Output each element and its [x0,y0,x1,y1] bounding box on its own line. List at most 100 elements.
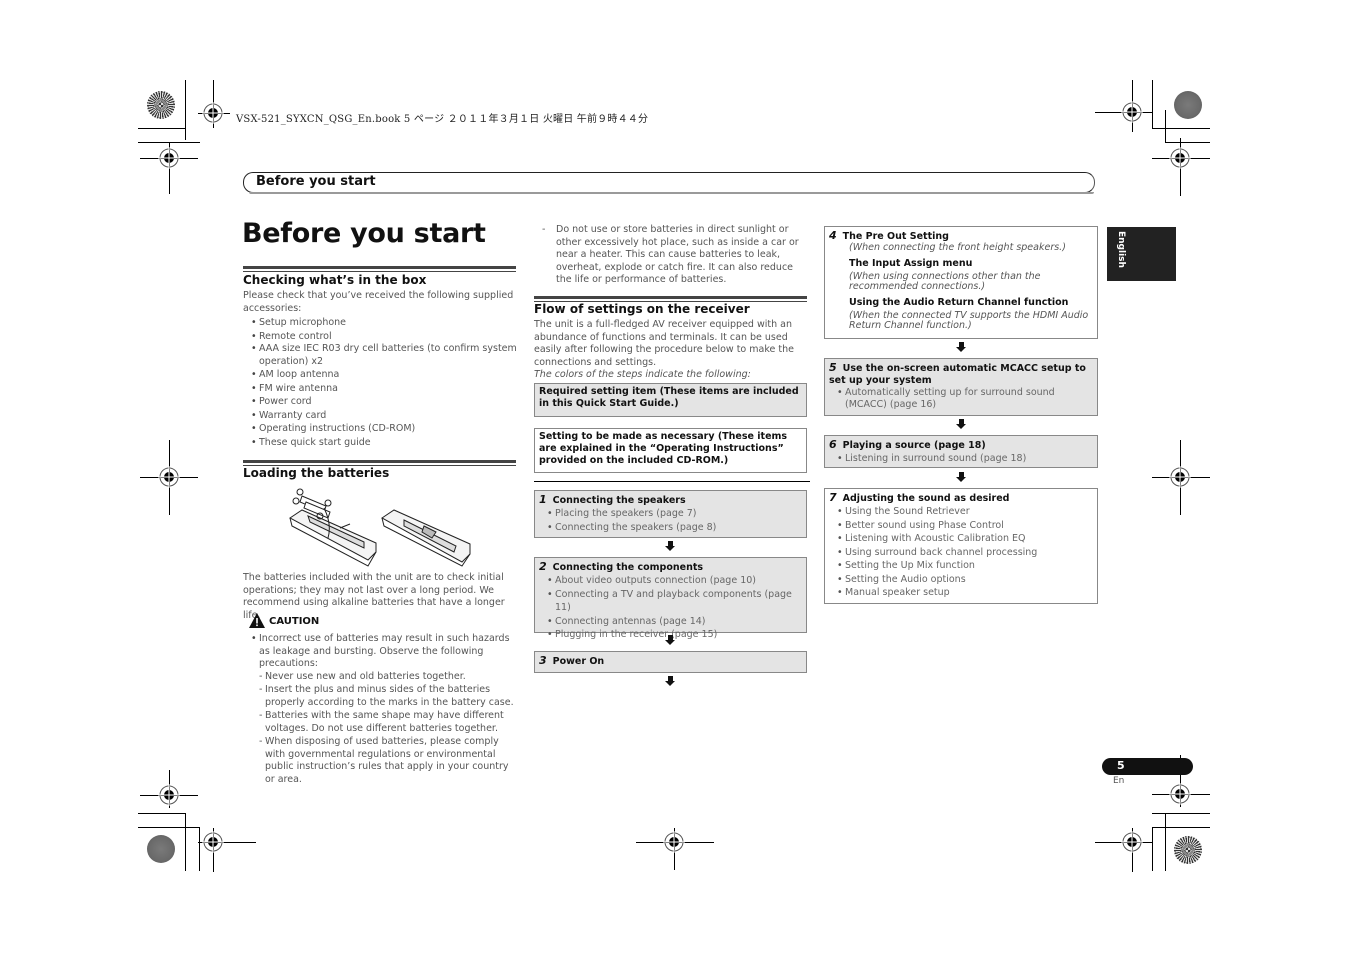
section-title-flow: Flow of settings on the receiver [534,302,750,316]
registration-icon [158,784,180,806]
precaution-item: Do not use or store batteries in direct … [535,224,807,287]
registration-icon [663,831,685,853]
warning-triangle-icon [249,613,265,628]
remote-control-battery-illustration [289,488,471,567]
checking-section: Please check that you’ve received the fo… [243,290,518,449]
list-item: Using surround back channel processing [829,546,1093,560]
caution-label: CAUTION [269,616,320,627]
list-item: FM wire antenna [243,382,518,396]
step-subtitle: Using the Audio Return Channel function [849,296,1069,308]
precaution-item: When disposing of used batteries, please… [243,736,518,786]
precaution-continued: Do not use or store batteries in direct … [535,224,807,287]
list-item: Setting the Up Mix function [829,559,1093,573]
caution-list: Incorrect use of batteries may result in… [243,633,518,671]
list-item: Manual speaker setup [829,586,1093,600]
list-item: Setup microphone [243,316,518,330]
running-header-label: Before you start [256,174,376,189]
list-item: Connecting antennas (page 14) [539,615,802,629]
list-item: Warranty card [243,409,518,423]
checking-intro: Please check that you’ve received the fo… [243,290,514,314]
step-number: 4 [829,229,837,242]
step-7-box: 7 Adjusting the sound as desired Using th… [824,488,1098,604]
registration-icon [202,102,224,124]
precaution-item: Never use new and old batteries together… [243,671,518,684]
step-title: The Pre Out Setting [842,231,949,242]
step-5-box: 5 Use the on-screen automatic MCACC setup… [824,358,1098,416]
step-items: Automatically setting up for surround so… [829,387,1093,411]
precaution-item: Insert the plus and minus sides of the b… [243,684,518,709]
list-item: Using the Sound Retriever [829,505,1093,519]
step-6-box: 6 Playing a source (page 18) Listening in… [824,435,1098,468]
list-item: Setting the Audio options [829,573,1093,587]
page-language: En [1113,776,1125,786]
section-rule [534,296,807,299]
list-item: Listening with Acoustic Calibration EQ [829,532,1093,546]
print-header: VSX-521_SYXCN_QSG_En.book 5 ページ ２０１１年３月１… [236,114,649,125]
step-title: Playing a source (page 18) [842,440,986,451]
step-note: (When connecting the front height speake… [849,242,1066,253]
list-item: AM loop antenna [243,368,518,382]
section-rule [243,271,516,272]
page-number: 5 [1117,759,1125,772]
registration-icon [1169,147,1191,169]
registration-icon [1169,783,1191,805]
color-target-icon [147,91,175,119]
step-items: About video outputs connection (page 10)… [539,574,802,642]
language-tab-label: English [1116,231,1126,268]
caution-intro: Incorrect use of batteries may result in… [243,633,518,671]
registration-icon [158,147,180,169]
batteries-note: The batteries included with the unit are… [243,572,505,621]
color-target-icon [147,835,175,863]
list-item: About video outputs connection (page 10) [539,574,802,588]
step-number: 1 [539,493,547,506]
flow-intro: The unit is a full-fledged AV receiver e… [534,319,794,368]
color-target-icon [1174,836,1202,864]
section-rule [243,460,516,463]
step-number: 5 [829,361,837,374]
legend-optional-text: Setting to be made as necessary (These i… [539,431,788,466]
section-title-batteries: Loading the batteries [243,466,390,480]
step-number: 6 [829,438,837,451]
color-target-icon [1174,91,1202,119]
registration-icon [158,466,180,488]
list-item: AAA size IEC R03 dry cell batteries (to … [243,343,518,368]
precaution-item: Batteries with the same shape may have d… [243,710,518,735]
step-items: Placing the speakers (page 7) Connecting… [539,507,802,534]
step-4-box: 4 The Pre Out Setting (When connecting th… [824,226,1098,339]
step-number: 2 [539,560,547,573]
registration-icon [1121,101,1143,123]
list-item: Placing the speakers (page 7) [539,507,802,521]
step-2-box: 2 Connecting the components About video o… [534,557,807,641]
accessories-list: Setup microphone Remote control AAA size… [243,316,518,449]
list-item: Listening in surround sound (page 18) [829,452,1093,466]
step-items: Using the Sound Retriever Better sound u… [829,505,1093,600]
precautions-list-continued: Do not use or store batteries in direct … [535,224,807,287]
running-header-shadow [249,192,1094,194]
step-title: Connecting the speakers [552,495,686,506]
list-item: Connecting a TV and playback components … [539,588,802,615]
registration-icon [202,831,224,853]
legend-required-box: Required setting item (These items are i… [534,383,807,417]
legend-divider [534,481,810,482]
registration-icon [1169,466,1191,488]
legend-required-text: Required setting item (These items are i… [539,386,799,409]
list-item: Connecting the speakers (page 8) [539,521,802,535]
page-number-badge: 5 [1102,758,1193,775]
caution-section: Incorrect use of batteries may result in… [243,633,518,786]
step-3-box: 3 Power On [534,651,807,673]
precautions-list: Never use new and old batteries together… [243,671,518,787]
legend-optional-box: Setting to be made as necessary (These i… [534,428,807,473]
flow-intro-section: The unit is a full-fledged AV receiver e… [534,319,809,382]
step-title: Power On [552,656,605,667]
step-title: Use the on-screen automatic MCACC setup … [829,363,1086,386]
running-header: Before you start [243,172,1095,193]
step-note: (When the connected TV supports the HDMI… [849,309,1089,331]
step-1-box: 1 Connecting the speakers Placing the spe… [534,490,807,538]
step-title: Adjusting the sound as desired [842,493,1010,504]
section-rule [243,266,516,269]
step-subtitle: The Input Assign menu [849,257,973,269]
list-item: Automatically setting up for surround so… [829,387,1093,411]
page-title: Before you start [242,218,486,249]
step-note: (When using connections other than the r… [849,270,1041,292]
list-item: Remote control [243,330,518,344]
